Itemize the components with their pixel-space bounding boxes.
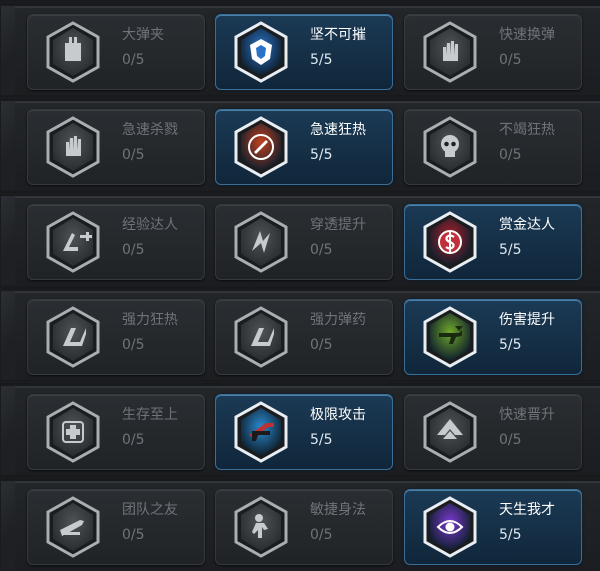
skill-level: 0/5 bbox=[122, 432, 145, 448]
skill-name: 赏金达人 bbox=[499, 217, 555, 233]
skill-card[interactable]: 快速换弹 0/5 bbox=[404, 14, 582, 90]
penetration-icon bbox=[230, 211, 292, 273]
skill-level: 5/5 bbox=[310, 52, 333, 68]
skill-row: 团队之友 0/5 敏捷身法 0/5 天生我才 5/5 bbox=[1, 481, 600, 570]
damage-gun-icon bbox=[419, 306, 481, 368]
skill-level: 0/5 bbox=[499, 52, 522, 68]
skill-name: 强力弹药 bbox=[310, 312, 366, 328]
skill-card[interactable]: 强力弹药 0/5 bbox=[215, 299, 393, 375]
skill-name: 强力狂热 bbox=[122, 312, 178, 328]
skill-card[interactable]: 团队之友 0/5 bbox=[27, 489, 205, 565]
shield-armor-icon bbox=[230, 21, 292, 83]
skill-level: 5/5 bbox=[310, 432, 333, 448]
skill-name: 快速换弹 bbox=[499, 27, 555, 43]
skill-row: 经验达人 0/5 穿透提升 0/5 赏金达人 5/5 bbox=[1, 196, 600, 285]
skill-level: 0/5 bbox=[122, 337, 145, 353]
power-ammo-icon bbox=[230, 306, 292, 368]
skill-card[interactable]: 赏金达人 5/5 bbox=[404, 204, 582, 280]
team-rifle-icon bbox=[42, 496, 104, 558]
skill-card[interactable]: 强力狂热 0/5 bbox=[27, 299, 205, 375]
skill-name: 大弹夹 bbox=[122, 27, 164, 43]
skull-icon bbox=[419, 116, 481, 178]
hand-reload-icon bbox=[419, 21, 481, 83]
rank-up-icon bbox=[419, 401, 481, 463]
skill-level: 0/5 bbox=[122, 147, 145, 163]
skill-row: 强力狂热 0/5 强力弹药 0/5 伤害提升 5/5 bbox=[1, 291, 600, 380]
extreme-attack-icon bbox=[230, 401, 292, 463]
skill-card[interactable]: 生存至上 0/5 bbox=[27, 394, 205, 470]
agile-soldier-icon bbox=[230, 496, 292, 558]
magazine-icon bbox=[42, 21, 104, 83]
skill-name: 急速狂热 bbox=[310, 122, 366, 138]
skill-name: 伤害提升 bbox=[499, 312, 555, 328]
skill-level: 0/5 bbox=[122, 242, 145, 258]
skill-card[interactable]: 坚不可摧 5/5 bbox=[215, 14, 393, 90]
skill-card[interactable]: 伤害提升 5/5 bbox=[404, 299, 582, 375]
skill-card[interactable]: 穿透提升 0/5 bbox=[215, 204, 393, 280]
skill-name: 急速杀戮 bbox=[122, 122, 178, 138]
skill-name: 快速晋升 bbox=[499, 407, 555, 423]
skill-name: 极限攻击 bbox=[310, 407, 366, 423]
skill-level: 5/5 bbox=[499, 527, 522, 543]
skill-name: 坚不可摧 bbox=[310, 27, 366, 43]
skill-name: 不竭狂热 bbox=[499, 122, 555, 138]
skill-row: 生存至上 0/5 极限攻击 5/5 快速晋升 0/5 bbox=[1, 386, 600, 475]
power-frenzy-icon bbox=[42, 306, 104, 368]
skill-level: 0/5 bbox=[310, 242, 333, 258]
skill-card[interactable]: 大弹夹 0/5 bbox=[27, 14, 205, 90]
skill-level: 0/5 bbox=[499, 147, 522, 163]
skill-card[interactable]: 极限攻击 5/5 bbox=[215, 394, 393, 470]
skill-name: 团队之友 bbox=[122, 502, 178, 518]
skill-card[interactable]: 急速杀戮 0/5 bbox=[27, 109, 205, 185]
skill-card[interactable]: 不竭狂热 0/5 bbox=[404, 109, 582, 185]
skill-level: 5/5 bbox=[310, 147, 333, 163]
skill-level: 5/5 bbox=[499, 337, 522, 353]
skill-level: 0/5 bbox=[310, 527, 333, 543]
skill-name: 敏捷身法 bbox=[310, 502, 366, 518]
skill-card[interactable]: 快速晋升 0/5 bbox=[404, 394, 582, 470]
exp-plus-icon bbox=[42, 211, 104, 273]
bounty-coin-icon bbox=[419, 211, 481, 273]
eye-talent-icon bbox=[419, 496, 481, 558]
ammo-frenzy-icon bbox=[230, 116, 292, 178]
skill-name: 穿透提升 bbox=[310, 217, 366, 233]
skill-card[interactable]: 敏捷身法 0/5 bbox=[215, 489, 393, 565]
skill-card[interactable]: 经验达人 0/5 bbox=[27, 204, 205, 280]
skill-board: 大弹夹 0/5 坚不可摧 5/5 快速换弹 0/5 急速杀戮 0/5 急速狂热 … bbox=[0, 0, 600, 571]
skill-name: 经验达人 bbox=[122, 217, 178, 233]
skill-level: 0/5 bbox=[122, 527, 145, 543]
skill-name: 生存至上 bbox=[122, 407, 178, 423]
skill-row: 大弹夹 0/5 坚不可摧 5/5 快速换弹 0/5 bbox=[1, 6, 600, 95]
medkit-icon bbox=[42, 401, 104, 463]
skill-level: 5/5 bbox=[499, 242, 522, 258]
skill-level: 0/5 bbox=[310, 337, 333, 353]
skill-name: 天生我才 bbox=[499, 502, 555, 518]
skill-card[interactable]: 天生我才 5/5 bbox=[404, 489, 582, 565]
skill-card[interactable]: 急速狂热 5/5 bbox=[215, 109, 393, 185]
skill-level: 0/5 bbox=[499, 432, 522, 448]
skill-row: 急速杀戮 0/5 急速狂热 5/5 不竭狂热 0/5 bbox=[1, 101, 600, 190]
hand-kill-icon bbox=[42, 116, 104, 178]
skill-level: 0/5 bbox=[122, 52, 145, 68]
